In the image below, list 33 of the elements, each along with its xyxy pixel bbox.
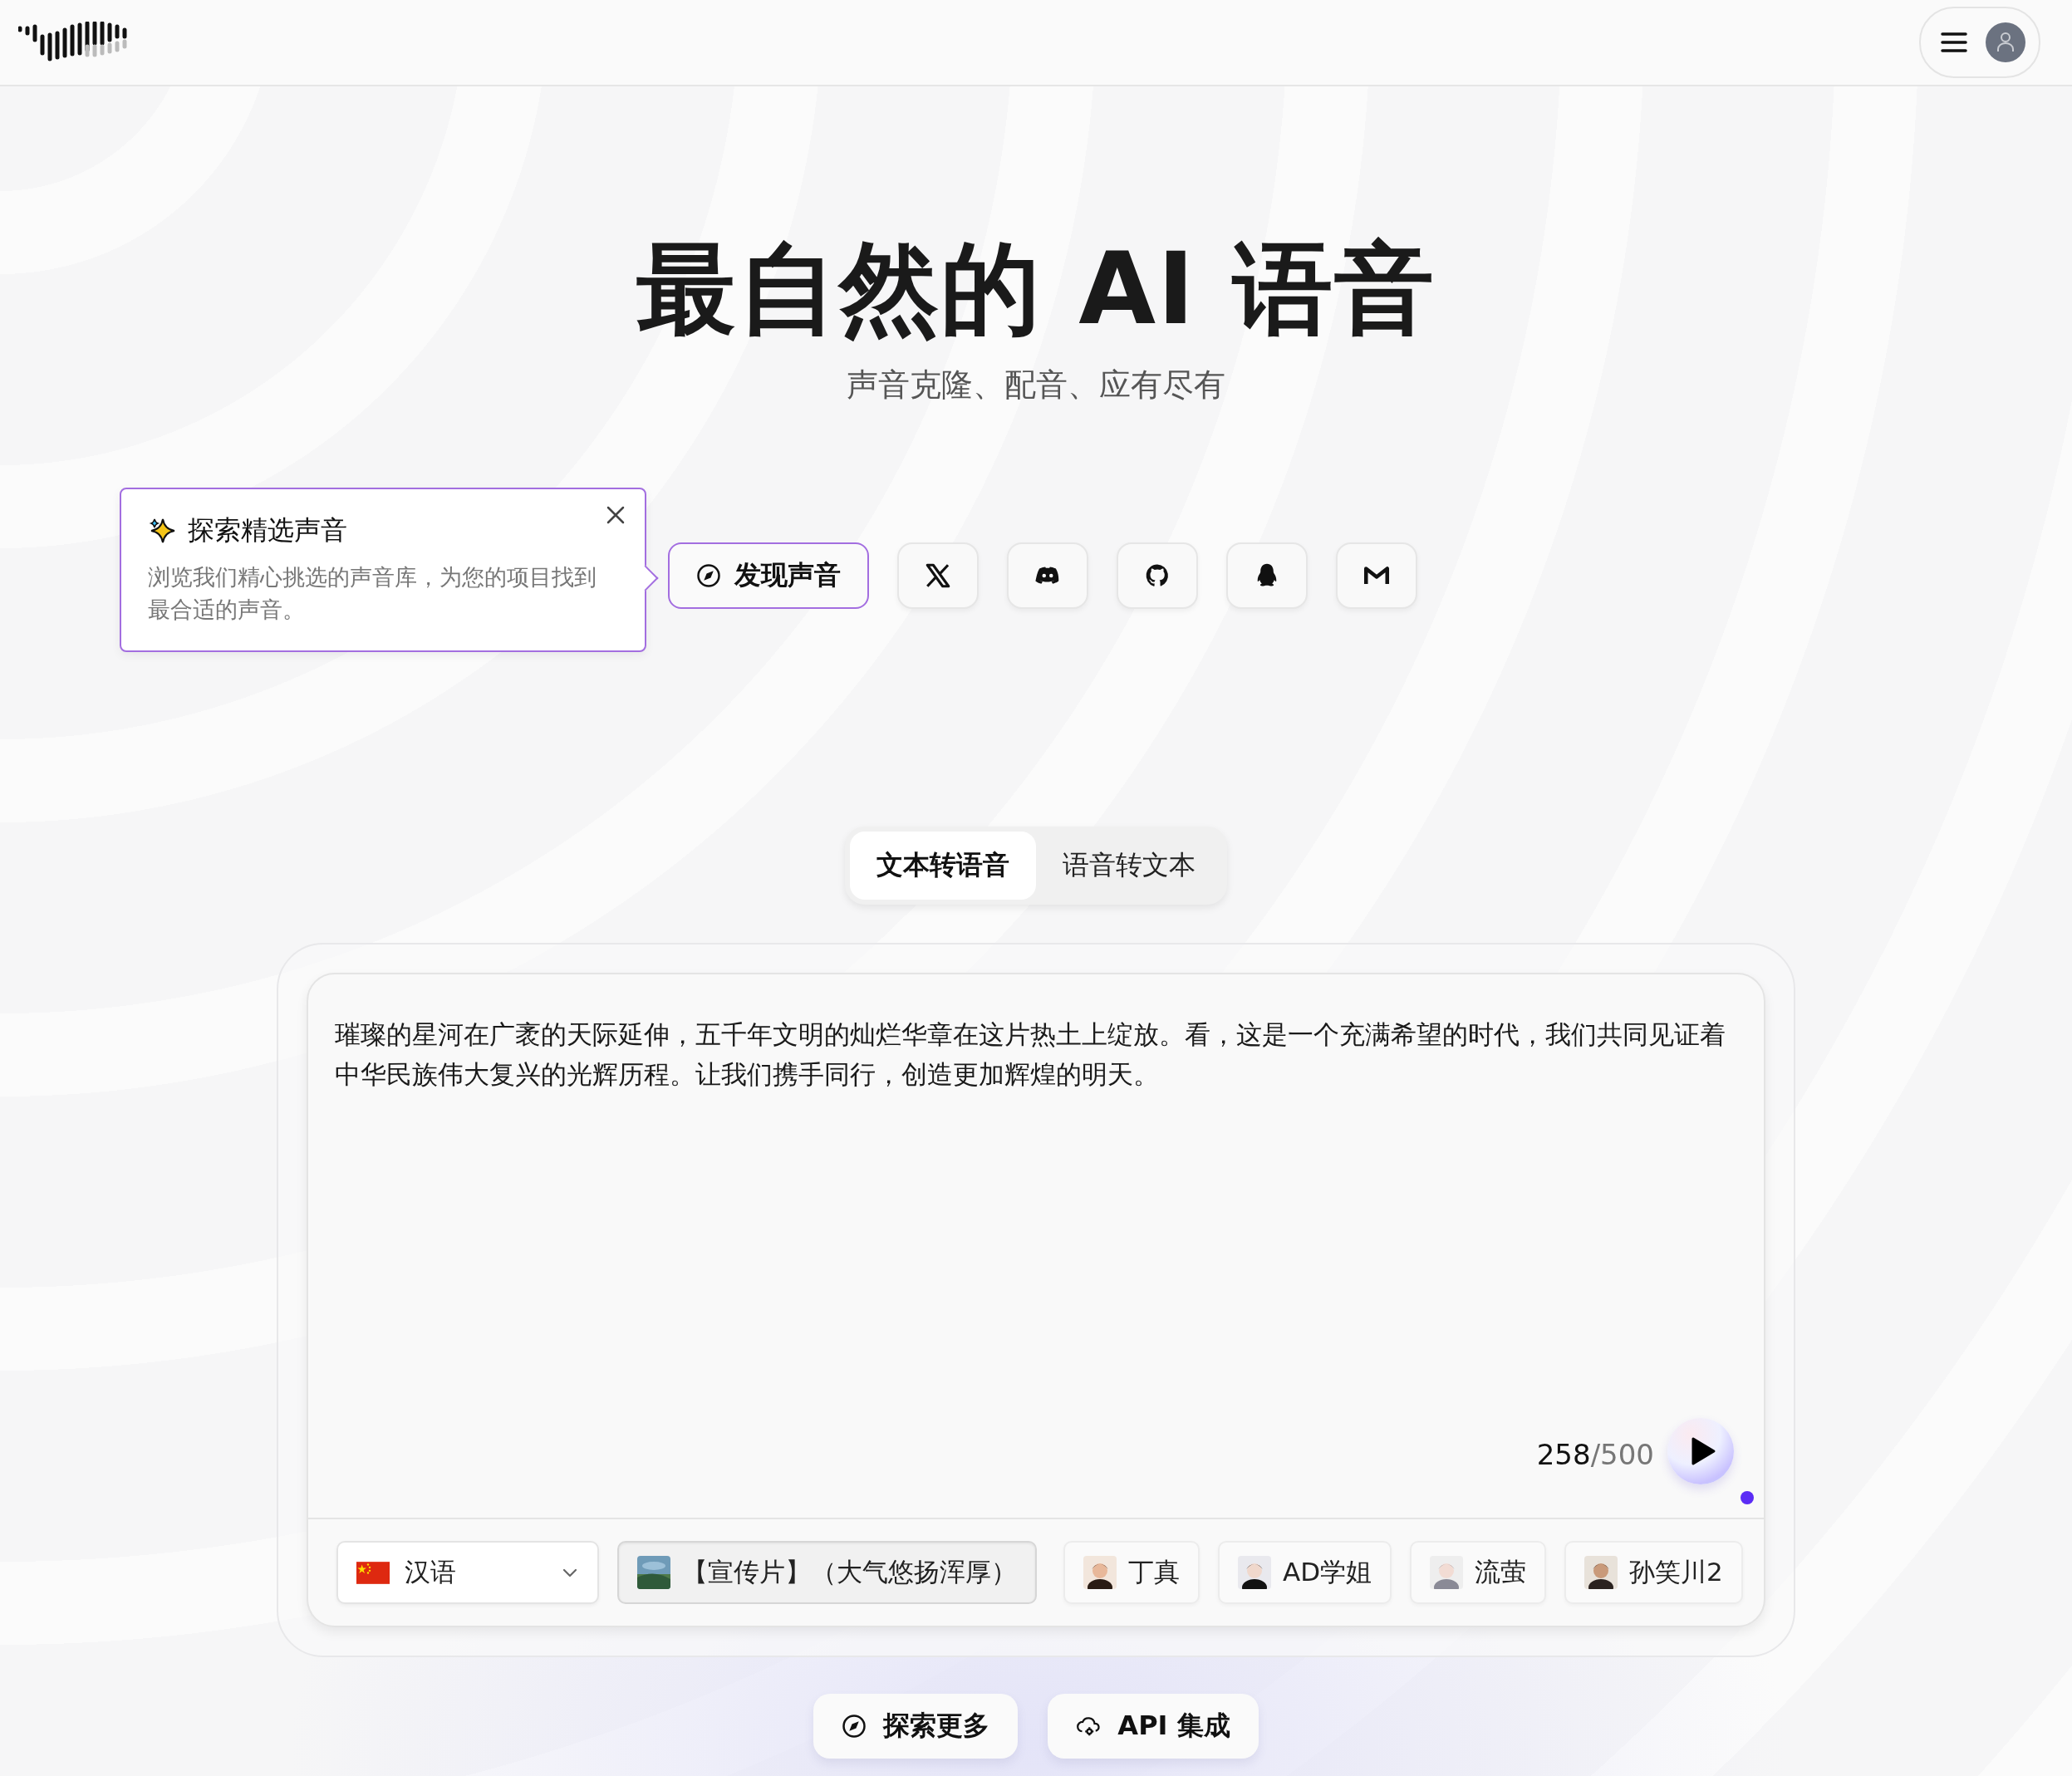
play-button[interactable] — [1667, 1418, 1734, 1484]
close-icon — [605, 504, 626, 526]
play-icon — [1690, 1436, 1716, 1466]
language-select[interactable]: 汉语 — [336, 1541, 599, 1604]
tooltip-text: 浏览我们精心挑选的声音库，为您的项目找到最合适的声音。 — [148, 563, 597, 625]
compass-icon — [696, 563, 721, 588]
hero-title: 最自然的 AI 语音 — [636, 230, 1436, 348]
voice-chip[interactable]: 流萤 — [1410, 1541, 1547, 1604]
voice-chip[interactable]: 丁真 — [1063, 1541, 1200, 1604]
social-link-button[interactable] — [1007, 542, 1088, 609]
social-link-button[interactable] — [1226, 542, 1308, 609]
discover-voices-button[interactable]: 发现声音 — [668, 542, 869, 609]
mode-tab[interactable]: 语音转文本 — [1036, 832, 1222, 900]
social-link-button[interactable] — [897, 542, 979, 609]
compass-icon — [842, 1714, 867, 1739]
api-button[interactable]: API 集成 — [1048, 1694, 1259, 1759]
text-input[interactable]: 璀璨的星河在广袤的天际延伸，五千年文明的灿烂华章在这片热土上绽放。看，这是一个充满希望的时代，我们共同见证着中华民族伟大复兴的光辉历程。让我们携手同行，创造更加辉煌的明天。 — [335, 1014, 1736, 1094]
social-link-button[interactable] — [1336, 542, 1417, 609]
character-count: 258/500 — [1536, 1438, 1654, 1471]
explore-button[interactable]: 探索更多 — [813, 1694, 1019, 1759]
status-dot — [1741, 1491, 1754, 1504]
menu-icon — [1941, 31, 1967, 54]
x-logo-icon — [924, 562, 952, 590]
flag-icon — [356, 1561, 390, 1584]
mode-tab[interactable]: 文本转语音 — [850, 832, 1036, 900]
hero-subtitle: 声音克隆、配音、应有尽有 — [847, 366, 1225, 405]
voice-chip[interactable]: 【宣传片】（大气悠扬浑厚） — [617, 1541, 1037, 1604]
voice-chip[interactable]: 孙笑川2 — [1564, 1541, 1743, 1604]
close-button[interactable] — [605, 504, 626, 526]
voice-chip[interactable]: AD学姐 — [1218, 1541, 1392, 1604]
tooltip-title: 探索精选声音 — [188, 513, 347, 547]
avatar-icon — [1986, 22, 2025, 62]
social-link-button[interactable] — [1117, 542, 1198, 609]
